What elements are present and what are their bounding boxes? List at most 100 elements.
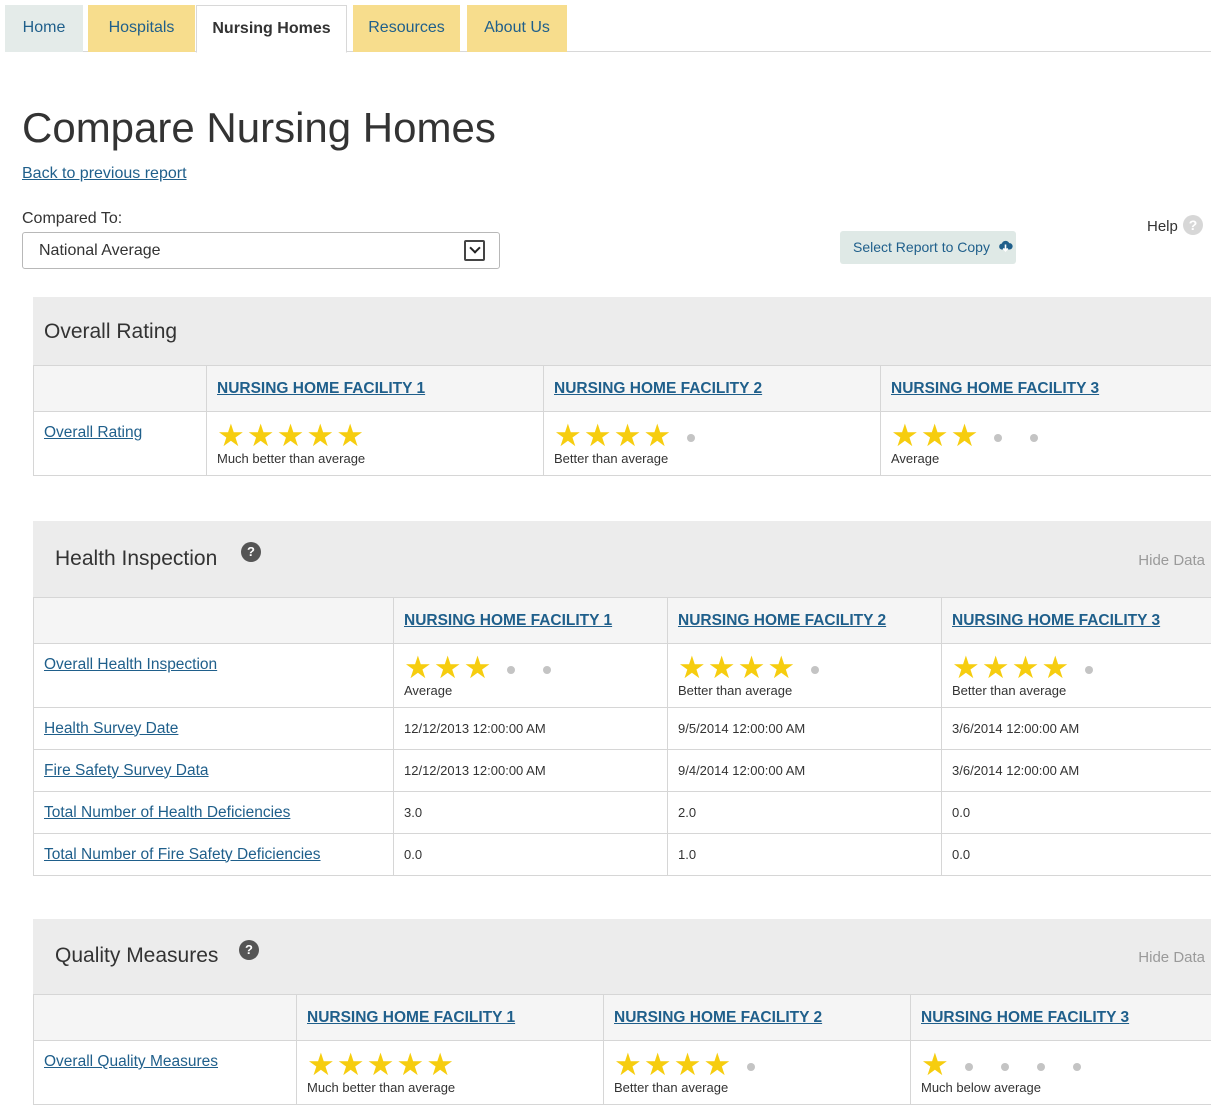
compared-to-label: Compared To: [22, 210, 122, 228]
total-fire-safety-deficiencies-link[interactable]: Total Number of Fire Safety Deficiencies [44, 846, 321, 863]
question-circle-icon[interactable]: ? [241, 542, 261, 562]
hide-data-link[interactable]: Hide Data [1138, 552, 1205, 569]
table-cell: 1.0 [668, 834, 942, 876]
tab-about-us[interactable]: About Us [467, 5, 567, 52]
overall-rating-section: Overall Rating NURSING HOME FACILITY 1 N… [33, 297, 1211, 476]
facility-3-link[interactable]: NURSING HOME FACILITY 3 [891, 380, 1099, 397]
star-filled-icon: ★ [554, 422, 582, 450]
star-filled-icon: ★ [1012, 654, 1040, 682]
nav-tabs: Home Hospitals Nursing Homes Resources A… [5, 5, 1211, 52]
rating-text: Better than average [614, 1080, 900, 1095]
facility-3-link[interactable]: NURSING HOME FACILITY 3 [921, 1009, 1129, 1026]
star-filled-icon: ★ [247, 422, 275, 450]
facility-header-3: NURSING HOME FACILITY 3 [881, 366, 1211, 412]
quality-measures-header: Quality Measures ? Hide Data [33, 919, 1211, 994]
rating-cell: ★★★Average [394, 644, 668, 708]
facility-1-link[interactable]: NURSING HOME FACILITY 1 [404, 612, 612, 629]
cloud-download-icon [998, 231, 1013, 264]
table-cell: 0.0 [942, 792, 1211, 834]
rating-cell: ★★★★★Much better than average [207, 412, 544, 476]
star-rating: ★★★★ [678, 654, 931, 682]
facility-2-link[interactable]: NURSING HOME FACILITY 2 [554, 380, 762, 397]
star-empty-dot-icon [1030, 434, 1038, 442]
star-filled-icon: ★ [396, 1051, 424, 1079]
facility-1-link[interactable]: NURSING HOME FACILITY 1 [307, 1009, 515, 1026]
rating-cell: ★★★★Better than average [942, 644, 1211, 708]
total-health-deficiencies-link[interactable]: Total Number of Health Deficiencies [44, 804, 290, 821]
health-survey-date-link[interactable]: Health Survey Date [44, 720, 178, 737]
question-circle-icon[interactable]: ? [1183, 215, 1203, 235]
facility-2-link[interactable]: NURSING HOME FACILITY 2 [678, 612, 886, 629]
star-filled-icon: ★ [614, 422, 642, 450]
rating-cell: ★★★★★Much better than average [297, 1041, 604, 1105]
table-cell: 9/4/2014 12:00:00 AM [668, 750, 942, 792]
star-empty-dot-icon [687, 434, 695, 442]
star-filled-icon: ★ [464, 654, 492, 682]
star-filled-icon: ★ [921, 1051, 949, 1079]
rating-text: Much better than average [307, 1080, 593, 1095]
table-cell: 3/6/2014 12:00:00 AM [942, 750, 1211, 792]
facility-3-link[interactable]: NURSING HOME FACILITY 3 [952, 612, 1160, 629]
quality-measures-section: Quality Measures ? Hide Data NURSING HOM… [33, 919, 1211, 1105]
help-link[interactable]: Help [1147, 218, 1178, 235]
select-report-to-copy-label: Select Report to Copy [853, 239, 990, 255]
tab-hospitals[interactable]: Hospitals [88, 5, 195, 52]
question-circle-icon[interactable]: ? [239, 940, 259, 960]
star-filled-icon: ★ [434, 654, 462, 682]
star-filled-icon: ★ [614, 1051, 642, 1079]
chevron-down-icon[interactable] [464, 240, 485, 261]
tab-home[interactable]: Home [5, 5, 83, 52]
table-header-row: NURSING HOME FACILITY 1 NURSING HOME FAC… [34, 366, 1211, 412]
table-row: Overall Rating ★★★★★Much better than ave… [34, 412, 1211, 476]
table-cell: 2.0 [668, 792, 942, 834]
back-to-previous-report-link[interactable]: Back to previous report [22, 165, 187, 183]
star-filled-icon: ★ [738, 654, 766, 682]
facility-header-2: NURSING HOME FACILITY 2 [544, 366, 881, 412]
overall-quality-measures-link[interactable]: Overall Quality Measures [44, 1053, 218, 1070]
table-cell: 12/12/2013 12:00:00 AM [394, 750, 668, 792]
star-rating: ★★★★ [952, 654, 1201, 682]
star-filled-icon: ★ [982, 654, 1010, 682]
fire-safety-survey-data-link[interactable]: Fire Safety Survey Data [44, 762, 209, 779]
rating-text: Average [404, 683, 657, 698]
overall-rating-title: Overall Rating [44, 320, 177, 344]
star-filled-icon: ★ [644, 1051, 672, 1079]
overall-rating-table: NURSING HOME FACILITY 1 NURSING HOME FAC… [33, 365, 1211, 476]
overall-rating-link[interactable]: Overall Rating [44, 424, 142, 441]
star-filled-icon: ★ [217, 422, 245, 450]
table-row: Total Number of Fire Safety Deficiencies… [34, 834, 1211, 876]
rating-text: Much better than average [217, 451, 533, 466]
facility-2-link[interactable]: NURSING HOME FACILITY 2 [614, 1009, 822, 1026]
star-filled-icon: ★ [708, 654, 736, 682]
table-cell: 0.0 [942, 834, 1211, 876]
tab-nursing-homes[interactable]: Nursing Homes [196, 5, 347, 53]
star-filled-icon: ★ [426, 1051, 454, 1079]
star-empty-dot-icon [1037, 1063, 1045, 1071]
overall-health-inspection-link[interactable]: Overall Health Inspection [44, 656, 217, 673]
rating-cell: ★★★Average [881, 412, 1211, 476]
health-inspection-section: Health Inspection ? Hide Data NURSING HO… [33, 521, 1211, 876]
rating-text: Much below average [921, 1080, 1201, 1095]
star-filled-icon: ★ [703, 1051, 731, 1079]
table-row: Fire Safety Survey Data 12/12/2013 12:00… [34, 750, 1211, 792]
star-filled-icon: ★ [367, 1051, 395, 1079]
hide-data-link[interactable]: Hide Data [1138, 949, 1205, 966]
star-filled-icon: ★ [337, 1051, 365, 1079]
overall-rating-header: Overall Rating [33, 297, 1211, 365]
health-inspection-title: Health Inspection [55, 547, 217, 571]
compared-to-value: National Average [39, 242, 161, 260]
compared-to-select[interactable]: National Average [22, 232, 500, 269]
rating-text: Better than average [554, 451, 870, 466]
star-filled-icon: ★ [891, 422, 919, 450]
health-inspection-table: NURSING HOME FACILITY 1 NURSING HOME FAC… [33, 597, 1211, 876]
star-empty-dot-icon [994, 434, 1002, 442]
tab-resources[interactable]: Resources [353, 5, 460, 52]
table-row: Overall Quality Measures ★★★★★Much bette… [34, 1041, 1211, 1105]
star-rating: ★★★ [404, 654, 657, 682]
quality-measures-table: NURSING HOME FACILITY 1 NURSING HOME FAC… [33, 994, 1211, 1105]
facility-1-link[interactable]: NURSING HOME FACILITY 1 [217, 380, 425, 397]
star-filled-icon: ★ [584, 422, 612, 450]
table-cell: 0.0 [394, 834, 668, 876]
star-filled-icon: ★ [404, 654, 432, 682]
select-report-to-copy-button[interactable]: Select Report to Copy [840, 231, 1016, 264]
